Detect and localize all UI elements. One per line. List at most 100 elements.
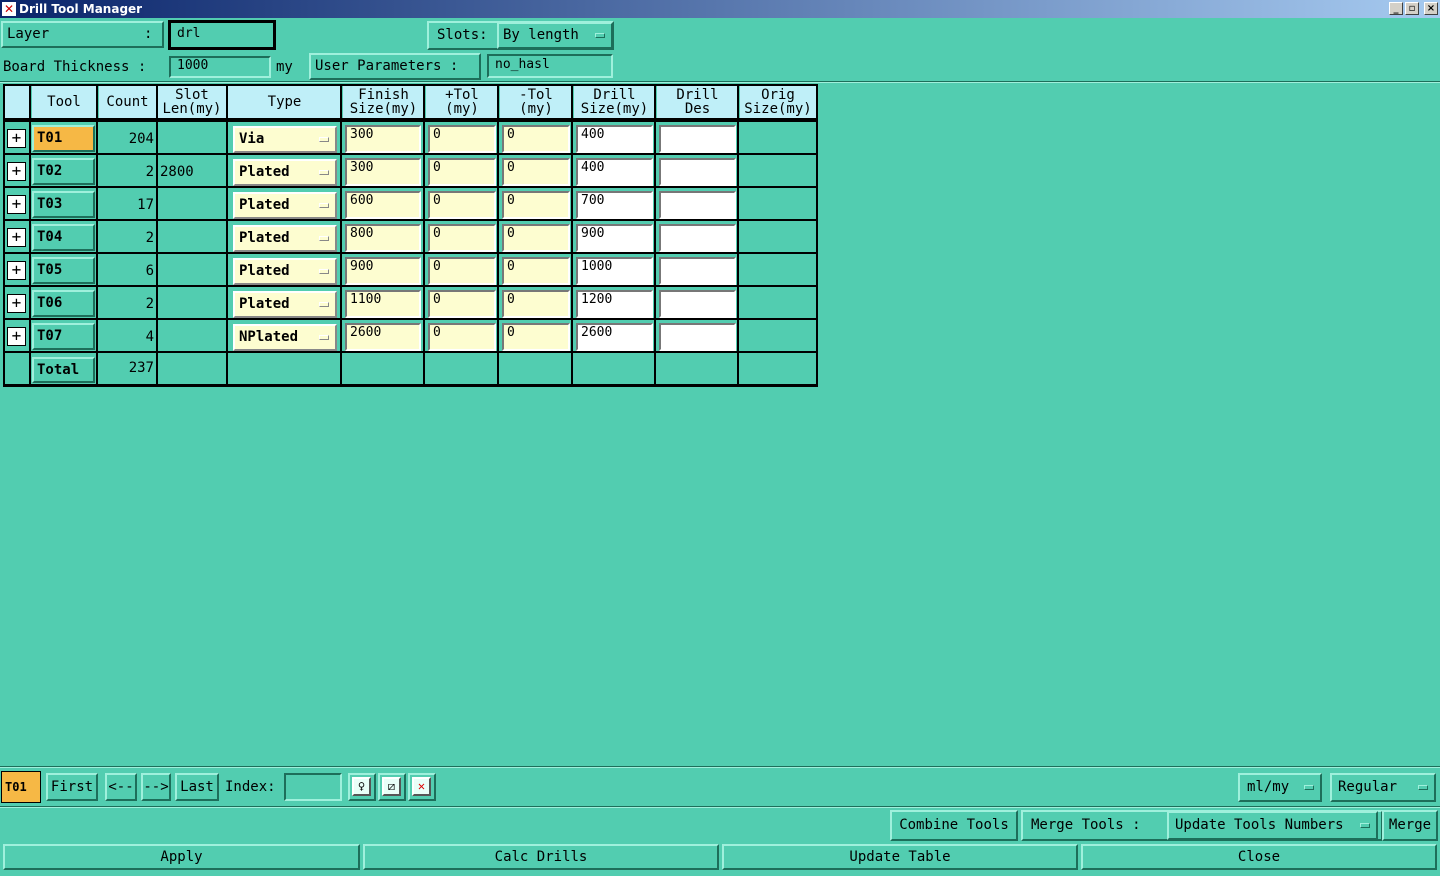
- minus-tol-input[interactable]: 0: [502, 290, 570, 318]
- finish-size-input[interactable]: 2600: [345, 323, 421, 351]
- layer-button[interactable]: Layer :: [1, 21, 164, 48]
- tool-label: T04: [37, 229, 63, 245]
- header-label: Drill Des: [676, 88, 718, 116]
- header-line-1: Orig: [761, 87, 795, 103]
- drill-size-input[interactable]: 400: [576, 158, 653, 186]
- expand-icon[interactable]: +: [7, 294, 26, 313]
- type-dropdown[interactable]: Plated: [233, 291, 337, 318]
- tool-button[interactable]: T04: [32, 224, 95, 251]
- drill-des-input[interactable]: [659, 323, 736, 351]
- separator: [0, 81, 1440, 83]
- finish-size-input[interactable]: 800: [345, 224, 421, 252]
- tool-button[interactable]: T06: [32, 290, 95, 317]
- calc-drills-button[interactable]: Calc Drills: [363, 844, 719, 870]
- finish-size-input[interactable]: 1100: [345, 290, 421, 318]
- drill-des-input[interactable]: [659, 125, 736, 153]
- close-button[interactable]: Close: [1081, 844, 1437, 870]
- apply-button[interactable]: Apply: [3, 844, 360, 870]
- tool-button[interactable]: T01: [32, 125, 95, 152]
- tool-button[interactable]: T03: [32, 191, 95, 218]
- minus-tol-input[interactable]: 0: [502, 323, 570, 351]
- minus-tol-input[interactable]: 0: [502, 158, 570, 186]
- drill-des-input[interactable]: [659, 224, 736, 252]
- board-thickness-input[interactable]: 1000: [169, 56, 271, 78]
- drill-size-input[interactable]: 400: [576, 125, 653, 153]
- type-dropdown[interactable]: Plated: [233, 192, 337, 219]
- drill-size-value: 2600: [581, 325, 613, 340]
- next-button[interactable]: -->: [141, 773, 171, 801]
- total-text: Total: [37, 362, 80, 378]
- type-dropdown[interactable]: Plated: [233, 225, 337, 252]
- select-button[interactable]: ⧄: [378, 773, 406, 801]
- plus-tol-input[interactable]: 0: [428, 125, 496, 153]
- update-table-button[interactable]: Update Table: [722, 844, 1078, 870]
- find-button[interactable]: ♀: [348, 773, 376, 801]
- expand-icon[interactable]: +: [7, 129, 26, 148]
- slots-dropdown[interactable]: By length: [497, 22, 613, 49]
- plus-tol-input[interactable]: 0: [428, 290, 496, 318]
- plus-tol-input[interactable]: 0: [428, 191, 496, 219]
- drill-size-value: 1000: [581, 259, 613, 274]
- expand-icon[interactable]: +: [7, 327, 26, 346]
- index-input[interactable]: [284, 773, 342, 801]
- last-button[interactable]: Last: [175, 773, 219, 801]
- clear-button[interactable]: ✕: [408, 773, 436, 801]
- plus-tol-input[interactable]: 0: [428, 323, 496, 351]
- minus-tol-input[interactable]: 0: [502, 191, 570, 219]
- minus-tol-input[interactable]: 0: [502, 125, 570, 153]
- type-dropdown[interactable]: Via: [233, 126, 337, 153]
- dropdown-indicator-icon: [319, 301, 329, 307]
- next-label: -->: [143, 779, 169, 795]
- minus-tol-input[interactable]: 0: [502, 224, 570, 252]
- finish-size-input[interactable]: 600: [345, 191, 421, 219]
- minimize-button[interactable]: _: [1389, 2, 1403, 15]
- expand-icon[interactable]: +: [7, 261, 26, 280]
- layer-input[interactable]: drl: [168, 20, 276, 50]
- finish-size-input[interactable]: 300: [345, 125, 421, 153]
- finish-size-input[interactable]: 900: [345, 257, 421, 285]
- user-parameters-input[interactable]: no_hasl: [487, 54, 613, 78]
- type-dropdown[interactable]: Plated: [233, 258, 337, 285]
- plus-tol-input[interactable]: 0: [428, 224, 496, 252]
- tool-button[interactable]: T07: [32, 323, 95, 350]
- drill-size-input[interactable]: 900: [576, 224, 653, 252]
- first-button[interactable]: First: [46, 773, 98, 801]
- drill-des-input[interactable]: [659, 290, 736, 318]
- type-dropdown[interactable]: NPlated: [233, 324, 337, 351]
- count-cell: 2: [145, 230, 154, 246]
- type-dropdown[interactable]: Plated: [233, 159, 337, 186]
- units-dropdown[interactable]: ml/my: [1238, 773, 1322, 802]
- merge-button[interactable]: Merge: [1382, 810, 1438, 841]
- prev-button[interactable]: <--: [105, 773, 137, 801]
- separator: [0, 766, 1440, 768]
- drill-size-input[interactable]: 2600: [576, 323, 653, 351]
- board-thickness-label: Board Thickness :: [3, 59, 147, 75]
- finish-size-value: 300: [350, 127, 374, 142]
- drill-size-input[interactable]: 1000: [576, 257, 653, 285]
- header-drill-des: Drill Des: [657, 86, 738, 118]
- minus-tol-input[interactable]: 0: [502, 257, 570, 285]
- combine-tools-button[interactable]: Combine Tools: [890, 810, 1018, 841]
- drill-size-input[interactable]: 1200: [576, 290, 653, 318]
- tool-button[interactable]: T05: [32, 257, 95, 284]
- user-parameters-button[interactable]: User Parameters :: [309, 53, 481, 80]
- merge-option-dropdown[interactable]: Update Tools Numbers: [1167, 811, 1378, 840]
- plus-tol-input[interactable]: 0: [428, 257, 496, 285]
- plus-tol-input[interactable]: 0: [428, 158, 496, 186]
- expand-icon[interactable]: +: [7, 162, 26, 181]
- drill-des-input[interactable]: [659, 191, 736, 219]
- expand-icon[interactable]: +: [7, 228, 26, 247]
- maximize-button[interactable]: ▫: [1405, 2, 1419, 15]
- mode-value: Regular: [1338, 779, 1398, 795]
- drill-size-input[interactable]: 700: [576, 191, 653, 219]
- header-label: Orig Size(my): [744, 88, 811, 116]
- mode-dropdown[interactable]: Regular: [1330, 773, 1436, 802]
- grid-line: [737, 86, 739, 385]
- tool-button[interactable]: T02: [32, 158, 95, 185]
- finish-size-input[interactable]: 300: [345, 158, 421, 186]
- expand-icon[interactable]: +: [7, 195, 26, 214]
- combine-tools-label: Combine Tools: [899, 817, 1009, 833]
- drill-des-input[interactable]: [659, 257, 736, 285]
- drill-des-input[interactable]: [659, 158, 736, 186]
- close-window-button[interactable]: ×: [1424, 2, 1438, 15]
